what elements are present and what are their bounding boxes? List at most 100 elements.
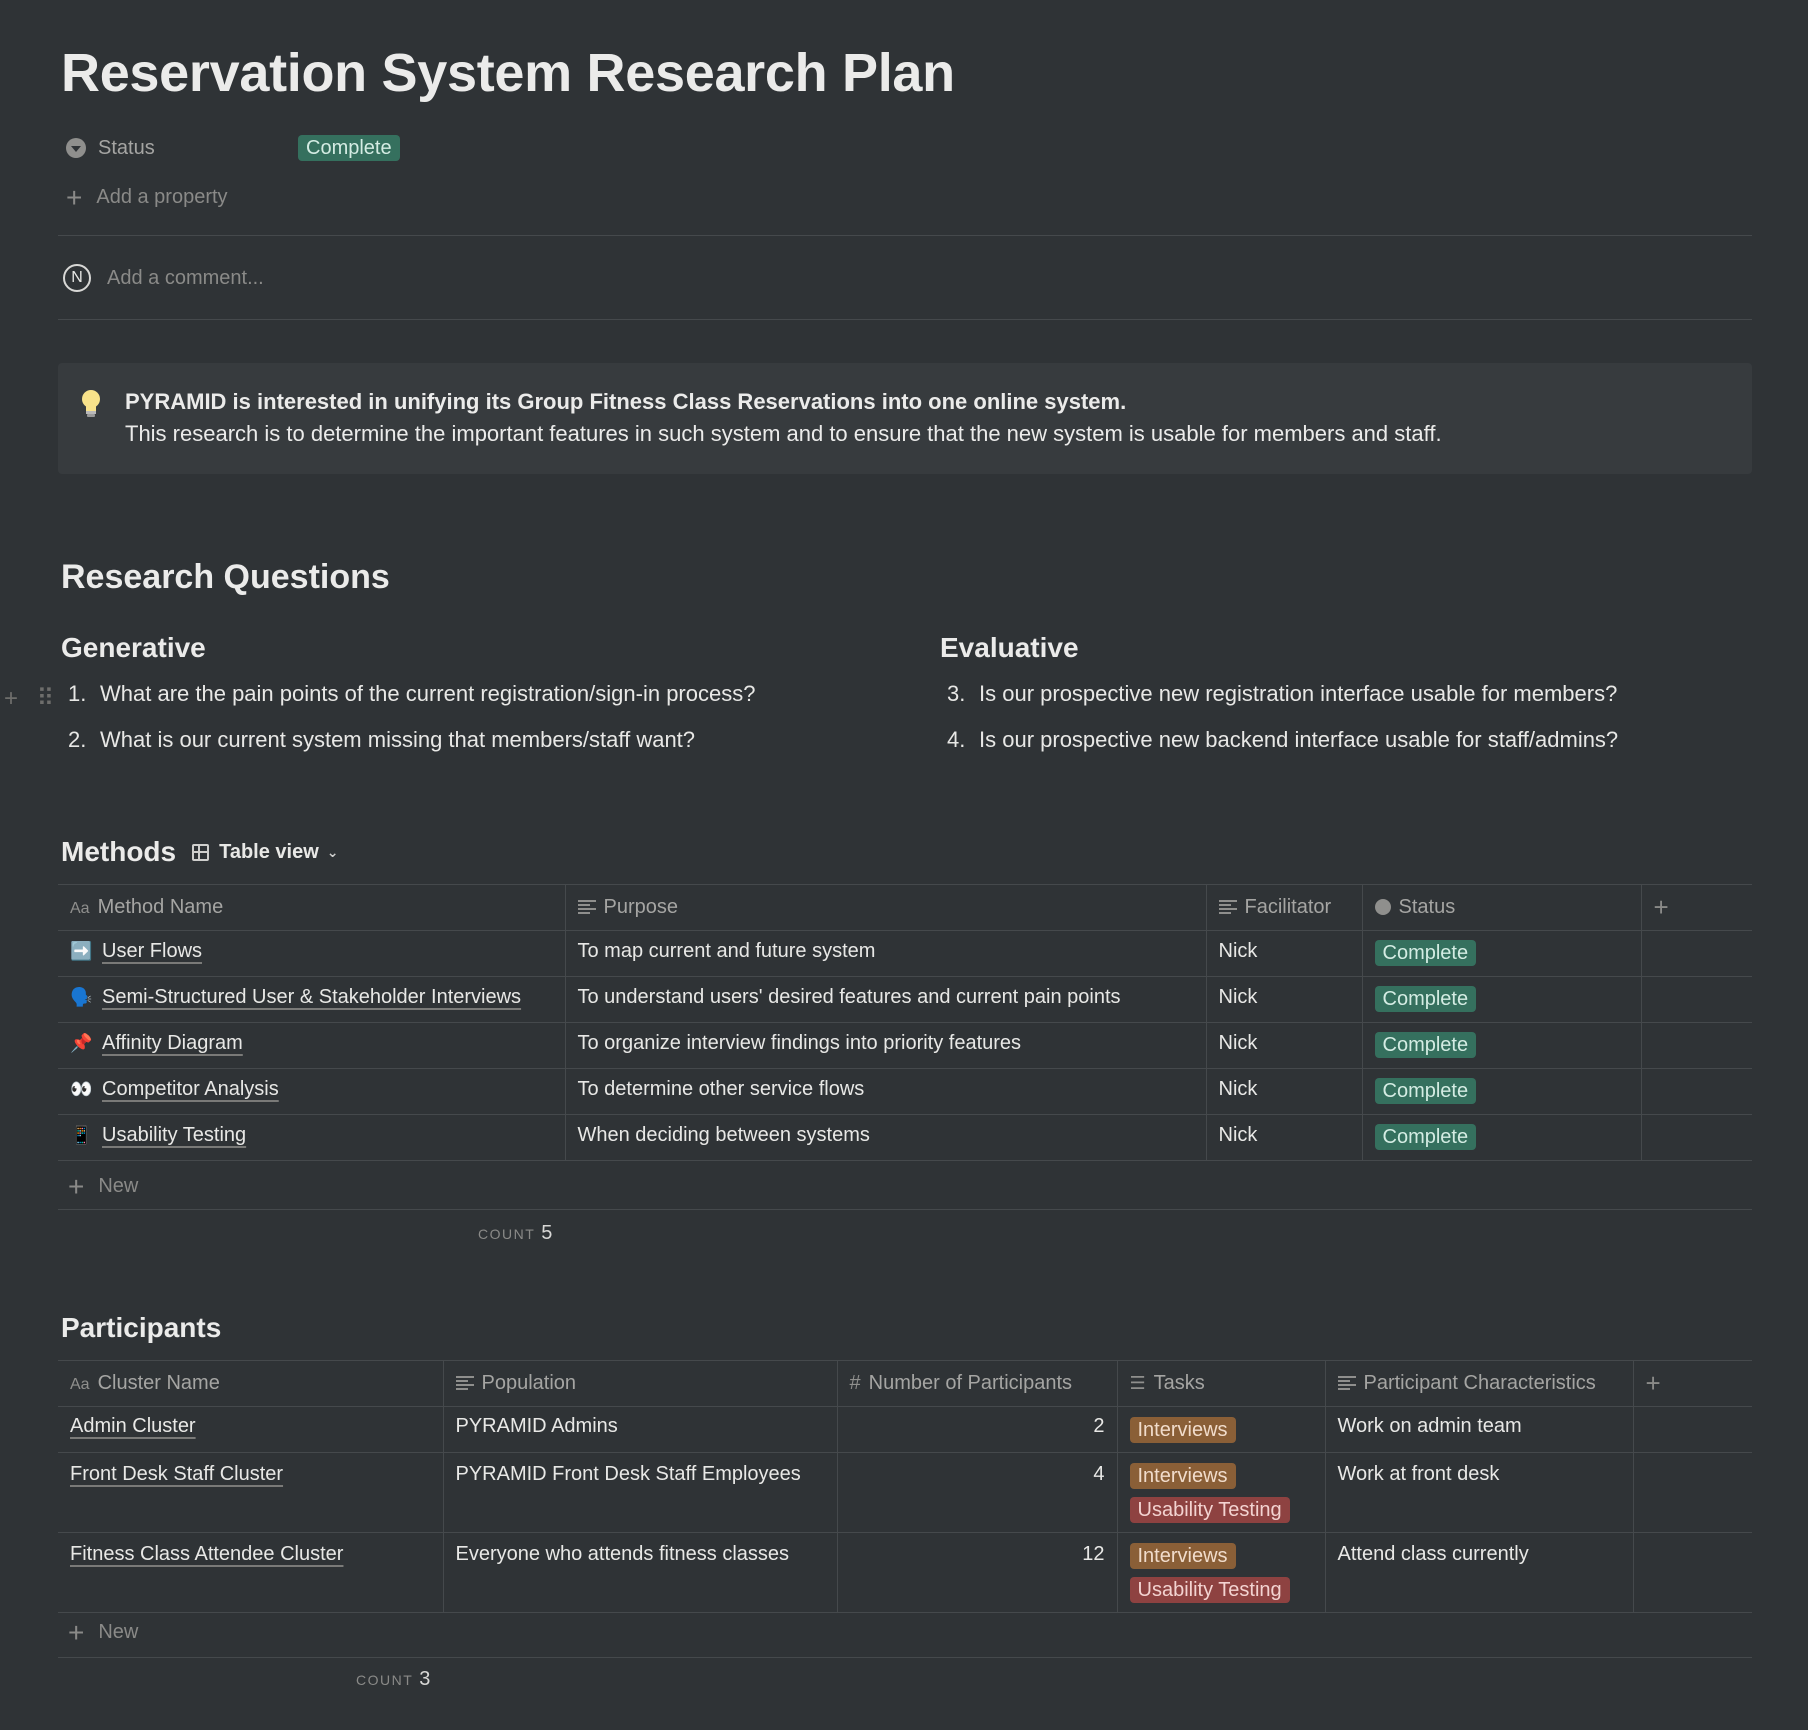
column-header-purpose[interactable]: Purpose [564,884,1207,931]
column-label: Facilitator [1244,896,1332,918]
table-view-button[interactable]: Table view ⌄ [192,841,339,864]
task-tag[interactable]: Usability Testing [1129,1497,1290,1523]
count-label: COUNT [356,1672,414,1688]
task-tag[interactable]: Interviews [1129,1463,1236,1489]
question-item: 2. What is our current system missing tha… [68,727,695,753]
empty-cell [1632,1406,1752,1453]
methods-table: Aa Method Name Purpose Facilitator Status… [58,884,1752,1161]
method-name-link[interactable]: Affinity Diagram [102,1032,243,1054]
purpose-cell[interactable]: When deciding between systems [564,1114,1207,1161]
table-row[interactable]: 📱 Usability Testing When deciding between… [58,1114,1752,1161]
purpose-cell[interactable]: To map current and future system [564,930,1207,977]
column-header-facilitator[interactable]: Facilitator [1205,884,1363,931]
count-value: 3 [419,1668,431,1690]
research-questions-heading: Research Questions [61,558,390,596]
characteristics-cell[interactable]: Work at front desk [1324,1452,1634,1533]
page-title[interactable]: Reservation System Research Plan [61,42,955,104]
comment-box[interactable]: N Add a comment... [63,264,264,292]
method-name-link[interactable]: Usability Testing [102,1124,246,1146]
population-cell[interactable]: Everyone who attends fitness classes [442,1532,838,1613]
purpose-cell[interactable]: To organize interview findings into prio… [564,1022,1207,1069]
text-lines-icon [455,1376,474,1390]
method-name-link[interactable]: Semi-Structured User & Stakeholder Inter… [102,986,521,1008]
column-header-tasks[interactable]: ☰ Tasks [1116,1360,1326,1407]
text-lines-icon [577,900,596,914]
participants-title[interactable]: Participants [61,1312,221,1344]
status-badge[interactable]: Complete [1374,986,1477,1012]
cluster-name-link[interactable]: Front Desk Staff Cluster [70,1463,283,1485]
table-row[interactable]: ➡️ User Flows To map current and future s… [58,930,1752,977]
facilitator-cell[interactable]: Nick [1205,1068,1363,1115]
task-tag[interactable]: Interviews [1129,1543,1236,1569]
hash-icon: # [849,1372,861,1394]
divider [58,1657,1752,1658]
column-label: Participant Characteristics [1363,1372,1596,1394]
facilitator-cell[interactable]: Nick [1205,976,1363,1023]
table-row[interactable]: Front Desk Staff Cluster PYRAMID Front D… [58,1452,1752,1533]
empty-cell [1640,1114,1752,1161]
methods-title[interactable]: Methods [61,836,176,868]
status-badge[interactable]: Complete [1374,1124,1477,1150]
empty-cell [1640,930,1752,977]
count-value: 5 [541,1222,553,1244]
question-item: 3. Is our prospective new registration in… [947,681,1617,707]
empty-cell [1640,1022,1752,1069]
status-badge[interactable]: Complete [1374,1032,1477,1058]
question-text: Is our prospective new backend interface… [979,727,1619,752]
chevron-down-icon: ⌄ [326,843,339,860]
characteristics-cell[interactable]: Work on admin team [1324,1406,1634,1453]
number-cell[interactable]: 2 [836,1406,1118,1453]
column-header-number-of-participants[interactable]: # Number of Participants [836,1360,1118,1407]
facilitator-cell[interactable]: Nick [1205,1114,1363,1161]
question-text: What are the pain points of the current … [100,681,756,706]
table-row[interactable]: 🗣️ Semi-Structured User & Stakeholder Int… [58,976,1752,1023]
method-name-link[interactable]: User Flows [102,940,202,962]
add-column-button[interactable]: + [1640,884,1752,931]
column-header-method-name[interactable]: Aa Method Name [58,884,566,931]
population-cell[interactable]: PYRAMID Front Desk Staff Employees [442,1452,838,1533]
status-badge[interactable]: Complete [1374,1078,1477,1104]
question-item: 4. Is our prospective new backend interfa… [947,727,1618,753]
table-row[interactable]: Fitness Class Attendee Cluster Everyone … [58,1532,1752,1613]
table-row[interactable]: 👀 Competitor Analysis To determine other … [58,1068,1752,1115]
facilitator-cell[interactable]: Nick [1205,930,1363,977]
number-cell[interactable]: 12 [836,1532,1118,1613]
column-header-population[interactable]: Population [442,1360,838,1407]
purpose-cell[interactable]: To understand users' desired features an… [564,976,1207,1023]
add-property-button[interactable]: + Add a property [66,181,228,213]
table-row[interactable]: Admin Cluster PYRAMID Admins 2 Interview… [58,1406,1752,1453]
column-label: Method Name [97,896,224,918]
empty-cell [1632,1452,1752,1533]
population-cell[interactable]: PYRAMID Admins [442,1406,838,1453]
cluster-name-link[interactable]: Admin Cluster [70,1415,196,1437]
status-badge[interactable]: Complete [298,135,400,161]
column-header-participant-characteristics[interactable]: Participant Characteristics [1324,1360,1634,1407]
eyes-icon: 👀 [70,1079,93,1099]
new-participant-button[interactable]: + New [68,1618,138,1646]
methods-count[interactable]: COUNT 5 [478,1222,552,1245]
empty-cell [1640,976,1752,1023]
add-column-button[interactable]: + [1632,1360,1752,1407]
characteristics-cell[interactable]: Attend class currently [1324,1532,1634,1613]
task-tag[interactable]: Interviews [1129,1417,1236,1443]
number-cell[interactable]: 4 [836,1452,1118,1533]
cluster-name-link[interactable]: Fitness Class Attendee Cluster [70,1543,343,1565]
column-label: Population [481,1372,577,1394]
participants-count[interactable]: COUNT 3 [356,1668,430,1691]
block-drag-handle[interactable]: + ⠿ [4,684,60,713]
table-row[interactable]: 📌 Affinity Diagram To organize interview … [58,1022,1752,1069]
plus-icon: + [66,181,83,213]
methods-header: Methods Table view ⌄ [61,836,339,868]
facilitator-cell[interactable]: Nick [1205,1022,1363,1069]
method-name-link[interactable]: Competitor Analysis [102,1078,279,1100]
comment-input[interactable]: Add a comment... [107,267,264,290]
purpose-cell[interactable]: To determine other service flows [564,1068,1207,1115]
status-icon [1374,899,1391,915]
pushpin-icon: 📌 [70,1033,93,1053]
new-method-button[interactable]: + New [68,1172,138,1200]
column-header-cluster-name[interactable]: Aa Cluster Name [58,1360,444,1407]
task-tag[interactable]: Usability Testing [1129,1577,1290,1603]
column-header-status[interactable]: Status [1361,884,1642,931]
status-property[interactable]: Status Complete [66,134,666,162]
status-badge[interactable]: Complete [1374,940,1477,966]
